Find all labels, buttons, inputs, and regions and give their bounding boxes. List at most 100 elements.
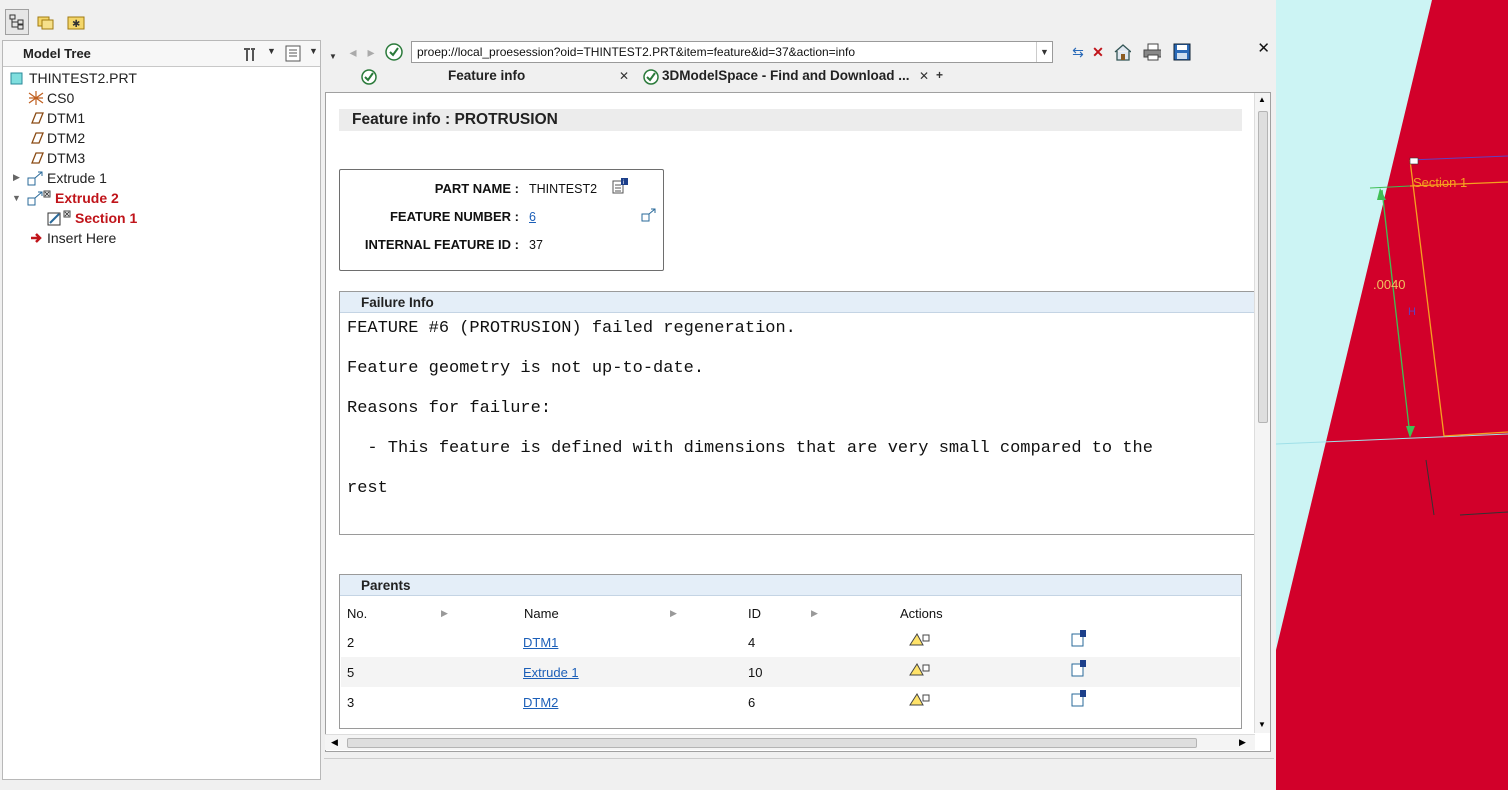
url-input[interactable]: proep://local_proesession?oid=THINTEST2.… [411,41,1053,63]
model-tree-header: Model Tree ▼ ▼ [3,41,320,67]
horizontal-scrollbar[interactable]: ◀ ▶ [325,734,1255,750]
proe-browser-icon [642,68,660,89]
tab-feature-info[interactable]: Feature info [448,66,525,88]
tree-item-dtm1[interactable]: DTM1 [27,108,85,128]
show-list-icon[interactable] [285,45,303,63]
scroll-down-icon[interactable]: ▼ [1258,720,1266,729]
graphics-viewport[interactable]: Section 1 .0040 H [1276,0,1508,790]
settings-dropdown-arrow[interactable]: ▼ [267,46,276,56]
part-name-label: PART NAME : [434,181,519,196]
part-name-value: THINTEST2 [529,182,598,196]
save-icon[interactable] [1173,43,1191,61]
info-action-icon[interactable] [1071,629,1087,650]
cell-no: 5 [347,665,355,680]
url-history-dropdown[interactable]: ▼ [1036,42,1052,62]
dimension-value[interactable]: .0040 [1373,277,1406,292]
col-header-actions: Actions [900,606,943,621]
tab-label: Feature info [448,68,526,83]
expand-arrow-icon[interactable]: ▶ [13,172,20,183]
refresh-icon[interactable]: ⇆ [1069,43,1087,61]
col-header-no[interactable]: No. [347,606,367,621]
tab-3dmodelspace[interactable]: 3DModelSpace - Find and Download ... [662,66,910,88]
scroll-up-icon[interactable]: ▲ [1258,95,1266,104]
failure-info-header: Failure Info [340,292,1268,313]
feature-extrude-icon[interactable] [641,207,657,226]
cell-id: 10 [748,665,763,680]
scroll-right-icon[interactable]: ▶ [1239,737,1246,748]
cell-no: 2 [347,635,355,650]
sketch-icon [47,210,71,226]
info-action-icon[interactable] [1071,689,1087,710]
failure-line: Reasons for failure: [347,399,552,418]
highlight-action-icon[interactable] [908,691,930,710]
cell-name-link[interactable]: DTM1 [523,635,558,650]
tree-item-label: Extrude 1 [47,170,107,186]
vertical-scroll-thumb[interactable] [1258,111,1268,423]
datum-plane-icon [27,110,45,126]
sort-icon[interactable]: ▶ [670,608,677,619]
col-header-id[interactable]: ID [748,606,761,621]
browser-status-bar [324,758,1274,780]
tree-item-label: THINTEST2.PRT [29,70,137,86]
close-browser-icon[interactable]: ✕ [1257,39,1270,57]
favorites-tab[interactable]: ✱ [64,9,88,35]
page-title: Feature info : PROTRUSION [339,109,1242,131]
tree-item-label: DTM1 [47,110,86,126]
browser-menu-arrow[interactable]: ▼ [329,52,337,61]
stop-icon[interactable]: ✕ [1089,43,1107,61]
tree-item-extrude-1[interactable]: Extrude 1 [27,168,107,188]
tree-item-label: CS0 [47,90,75,106]
tree-item-dtm2[interactable]: DTM2 [27,128,85,148]
failure-line: FEATURE #6 (PROTRUSION) failed regenerat… [347,319,796,338]
sort-icon[interactable]: ▶ [441,608,448,619]
folder-browser-tab[interactable] [34,9,58,35]
horizontal-scroll-thumb[interactable] [347,738,1197,748]
tree-item-cs0[interactable]: CS0 [27,88,74,108]
proe-browser-icon [360,68,378,89]
home-icon[interactable] [1113,43,1131,61]
settings-tools-icon[interactable] [241,45,259,63]
creo-window: ✱ Model Tree ▼ ▼ THINTEST2.PRT CS0 DTM1 … [0,0,1508,790]
model-tree-tab[interactable] [5,9,29,35]
tree-item-dtm3[interactable]: DTM3 [27,148,85,168]
table-row: 2 DTM1 4 [341,627,1240,657]
part-surface [1276,0,1508,790]
tree-item-label: Extrude 2 [55,190,119,206]
tree-item-part[interactable]: THINTEST2.PRT [9,68,137,88]
vertical-scrollbar[interactable]: ▲ ▼ [1254,93,1270,733]
tab-close-icon[interactable]: ✕ [919,69,929,83]
collapse-arrow-icon[interactable]: ▼ [12,193,21,203]
extrude-icon [27,170,45,186]
highlight-action-icon[interactable] [908,661,930,680]
cell-name-link[interactable]: DTM2 [523,695,558,710]
scroll-left-icon[interactable]: ◀ [331,737,338,748]
feature-number-label: FEATURE NUMBER : [389,209,519,224]
model-tree-title: Model Tree [23,46,91,61]
sort-icon[interactable]: ▶ [811,608,818,619]
part-info-icon[interactable]: i [612,178,628,197]
highlight-action-icon[interactable] [908,631,930,650]
tab-label: 3DModelSpace - Find and Download ... [662,68,910,83]
tree-item-section-1[interactable]: Section 1 [47,208,137,228]
tab-close-icon[interactable]: ✕ [619,69,629,83]
go-icon[interactable] [385,43,403,61]
new-tab-icon[interactable]: + [936,68,943,82]
tree-icon [9,14,24,30]
tree-item-extrude-2[interactable]: Extrude 2 [27,188,119,208]
forward-icon[interactable]: ▸ [362,43,380,61]
print-icon[interactable] [1143,43,1161,61]
info-action-icon[interactable] [1071,659,1087,680]
show-dropdown-arrow[interactable]: ▼ [309,46,318,56]
feature-number-link[interactable]: 6 [529,210,536,224]
dimension-arrow [1377,188,1386,200]
insert-arrow-icon [27,230,45,246]
internal-id-label: INTERNAL FEATURE ID : [364,237,519,252]
col-header-name[interactable]: Name [524,606,559,621]
table-row: 5 Extrude 1 10 [341,657,1240,687]
favorites-folder-icon: ✱ [67,16,85,30]
back-icon[interactable]: ◂ [344,43,362,61]
cell-name-link[interactable]: Extrude 1 [523,665,579,680]
tree-item-insert-here[interactable]: Insert Here [27,228,116,248]
part-icon [9,70,27,86]
datum-plane-icon [27,130,45,146]
